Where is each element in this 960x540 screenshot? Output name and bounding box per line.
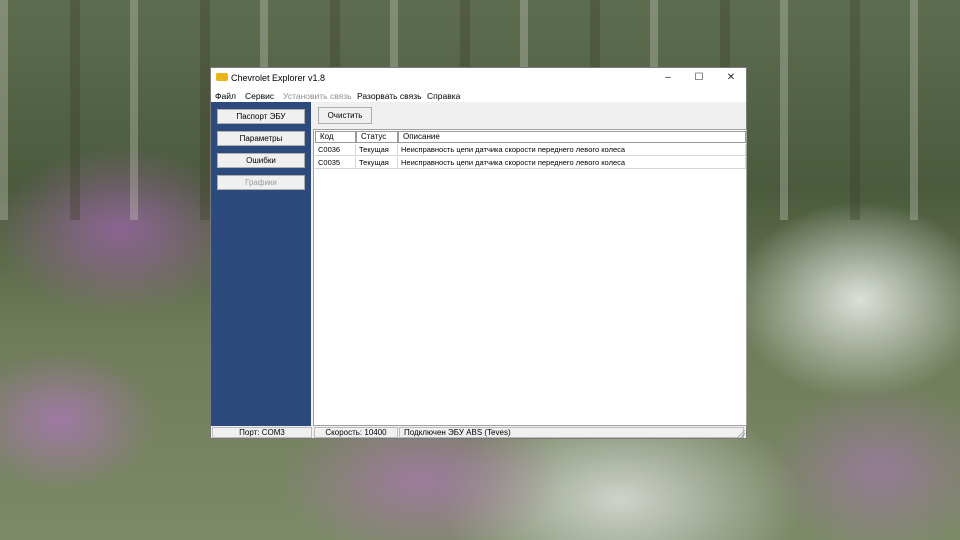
clear-button[interactable]: Очистить bbox=[318, 107, 372, 124]
menu-disconnect[interactable]: Разорвать связь bbox=[357, 91, 422, 101]
status-bar: Порт: COM3 Скорость: 10400 Подключен ЭБУ… bbox=[211, 426, 746, 438]
table-row-code[interactable]: C0035 bbox=[315, 157, 356, 169]
status-speed: Скорость: 10400 bbox=[314, 427, 398, 438]
menu-connect[interactable]: Установить связь bbox=[283, 91, 352, 101]
minimize-button[interactable]: – bbox=[661, 72, 675, 84]
title-bar[interactable]: Chevrolet Explorer v1.8 – ☐ ✕ bbox=[211, 68, 746, 89]
graphs-button[interactable]: Графики bbox=[217, 175, 305, 190]
table-row-description[interactable]: Неисправность цепи датчика скорости пере… bbox=[398, 144, 746, 156]
column-header-description[interactable]: Описание bbox=[398, 131, 746, 143]
status-port: Порт: COM3 bbox=[212, 427, 312, 438]
table-row-status[interactable]: Текущая bbox=[356, 157, 398, 169]
menu-bar: Файл Сервис Установить связь Разорвать с… bbox=[211, 89, 746, 102]
error-table: Код Статус Описание C0036 Текущая Неиспр… bbox=[313, 129, 747, 426]
app-window: Chevrolet Explorer v1.8 – ☐ ✕ Файл Серви… bbox=[210, 67, 747, 439]
table-row-code[interactable]: C0036 bbox=[315, 144, 356, 156]
main-panel: Очистить Код Статус Описание C0036 Текущ… bbox=[312, 102, 747, 426]
parameters-button[interactable]: Параметры bbox=[217, 131, 305, 146]
resize-grip-icon[interactable] bbox=[737, 429, 745, 437]
window-title: Chevrolet Explorer v1.8 bbox=[231, 73, 326, 83]
menu-help[interactable]: Справка bbox=[427, 91, 460, 101]
ecu-passport-button[interactable]: Паспорт ЭБУ bbox=[217, 109, 305, 124]
table-row-status[interactable]: Текущая bbox=[356, 144, 398, 156]
column-header-status[interactable]: Статус bbox=[356, 131, 398, 143]
car-icon bbox=[216, 73, 228, 81]
column-header-code[interactable]: Код bbox=[315, 131, 356, 143]
close-button[interactable]: ✕ bbox=[724, 72, 738, 84]
table-row-description[interactable]: Неисправность цепи датчика скорости пере… bbox=[398, 157, 746, 169]
menu-file[interactable]: Файл bbox=[215, 91, 236, 101]
errors-button[interactable]: Ошибки bbox=[217, 153, 305, 168]
maximize-button[interactable]: ☐ bbox=[692, 72, 706, 84]
status-connection: Подключен ЭБУ ABS (Teves) bbox=[399, 427, 744, 438]
sidebar: Паспорт ЭБУ Параметры Ошибки Графики bbox=[211, 102, 311, 426]
menu-service[interactable]: Сервис bbox=[245, 91, 274, 101]
